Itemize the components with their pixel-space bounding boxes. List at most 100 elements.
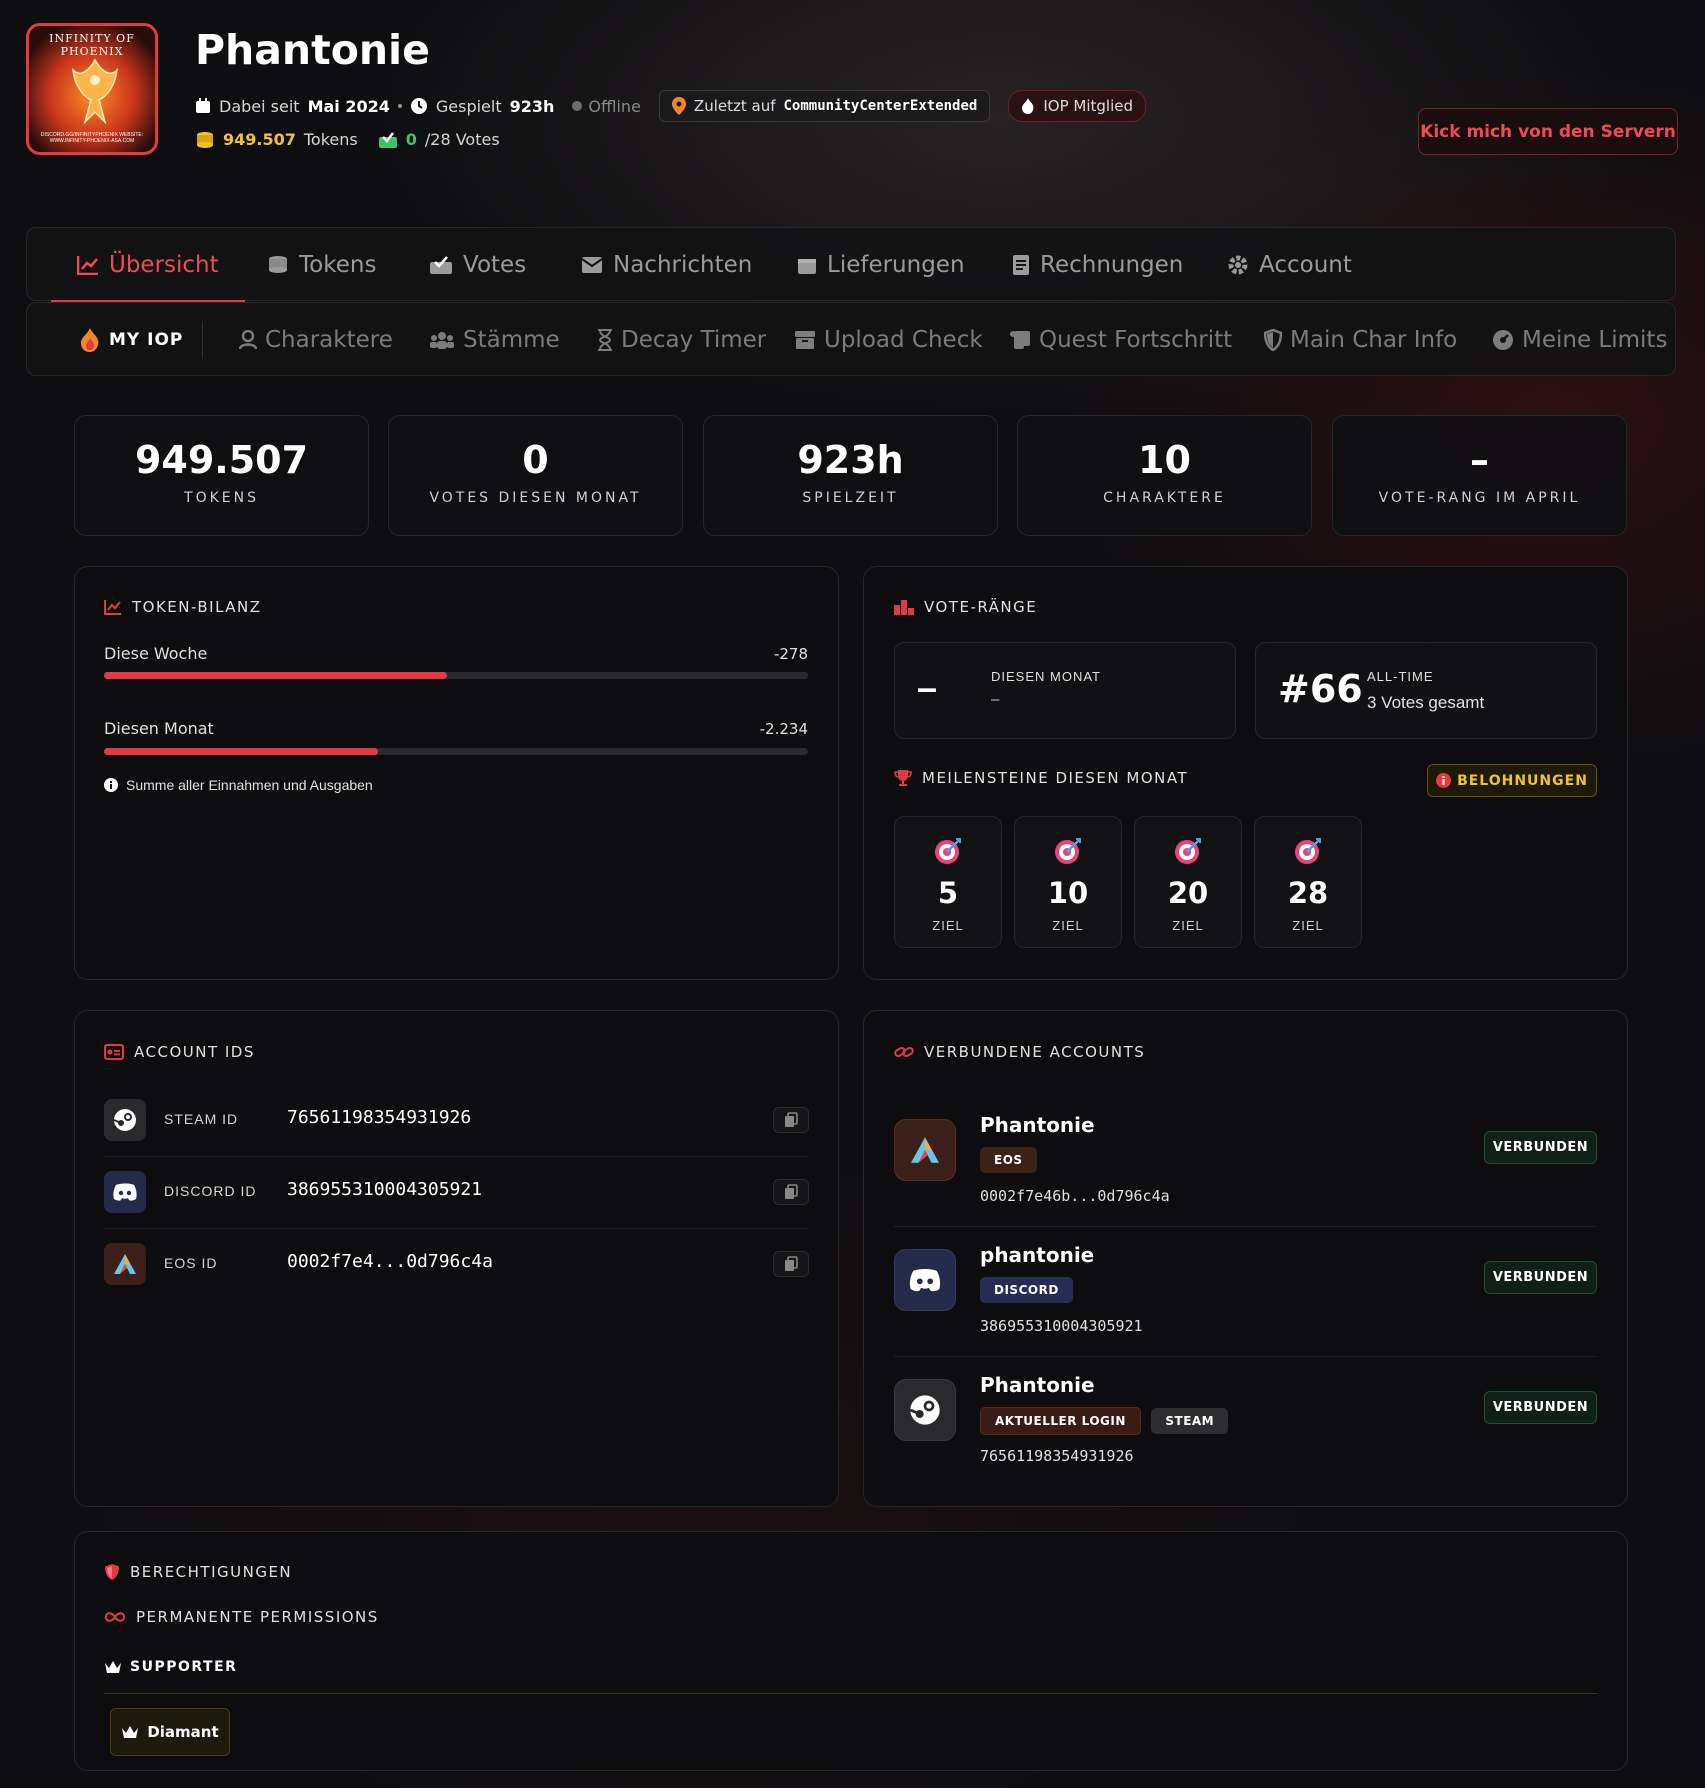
discord-icon (104, 1171, 146, 1213)
location-pin-icon (671, 97, 686, 115)
milestone-card: 28 ZIEL (1254, 816, 1362, 948)
trophy-icon (894, 770, 912, 786)
rewards-button-label: BELOHNUNGEN (1457, 772, 1588, 789)
rank-month-value: – (917, 667, 938, 708)
server-logo: INFINITY OF PHOENIX DISCORD.GG/INFINITYP… (26, 23, 158, 155)
stat-label: SPIELZEIT (802, 490, 899, 506)
info-icon (1436, 773, 1452, 788)
crown-icon (105, 1661, 121, 1673)
month-bar-track (104, 748, 808, 755)
stat-value: 10 (1138, 438, 1191, 482)
subtab-label: Quest Fortschritt (1039, 327, 1233, 353)
crown-icon (122, 1726, 139, 1738)
kick-from-servers-button[interactable]: Kick mich von den Servern (1418, 108, 1678, 155)
vote-box-icon (378, 131, 397, 148)
subtab-decay-timer[interactable]: Decay Timer (597, 303, 766, 377)
tag-discord: DISCORD (980, 1277, 1073, 1303)
account-id: 0002f7e46b...0d796c4a (980, 1187, 1170, 1205)
copy-icon (785, 1256, 798, 1271)
subtab-tribes[interactable]: Stämme (429, 303, 560, 377)
copy-button[interactable] (773, 1251, 809, 1277)
subtab-label: MY IOP (109, 330, 184, 350)
subtab-main-char-info[interactable]: Main Char Info (1264, 303, 1457, 377)
id-label: DISCORD ID (164, 1183, 257, 1199)
separator-dot (397, 104, 402, 108)
hourglass-icon (598, 329, 612, 351)
tab-overview[interactable]: Übersicht (51, 228, 245, 303)
user-icon (239, 330, 257, 350)
flame-icon (1022, 98, 1034, 114)
tab-messages[interactable]: Nachrichten (581, 228, 752, 302)
rewards-button[interactable]: BELOHNUNGEN (1427, 764, 1597, 797)
archive-icon (795, 331, 815, 349)
tab-deliveries[interactable]: Lieferungen (797, 228, 965, 302)
member-badge: IOP Mitglied (1008, 90, 1147, 122)
subtab-characters[interactable]: Charaktere (239, 303, 393, 377)
panel-title-text: VERBUNDENE ACCOUNTS (924, 1043, 1146, 1061)
connected-badge: VERBUNDEN (1484, 1261, 1597, 1294)
id-value: 76561198354931926 (287, 1107, 472, 1128)
subtab-quest-progress[interactable]: Quest Fortschritt (1009, 303, 1232, 377)
id-label: STEAM ID (164, 1111, 239, 1127)
stat-card-characters: 10 CHARAKTERE (1017, 415, 1312, 536)
tab-label: Tokens (299, 252, 377, 278)
account-name: Phantonie (980, 1373, 1095, 1397)
panel-title-text: TOKEN-BILANZ (132, 598, 262, 616)
profile-balance: 949.507 Tokens 0 /28 Votes (195, 130, 500, 149)
tag-eos: EOS (980, 1147, 1037, 1173)
target-icon (1295, 838, 1321, 864)
tab-label: Rechnungen (1040, 252, 1184, 278)
subtab-upload-check[interactable]: Upload Check (794, 303, 983, 377)
rank-alltime-box: #66 ALL-TIME 3 Votes gesamt (1255, 642, 1597, 739)
week-label: Diese Woche (104, 644, 208, 663)
subtab-my-iop[interactable]: MY IOP (79, 303, 183, 377)
last-on-value: CommunityCenterExtended (783, 98, 978, 114)
tab-votes[interactable]: Votes (429, 228, 526, 302)
tab-tokens[interactable]: Tokens (267, 228, 376, 302)
milestone-label: ZIEL (932, 918, 964, 933)
gauge-icon (1493, 330, 1513, 350)
profile-meta: Dabei seit Mai 2024 Gespielt 923h Offlin… (195, 90, 1147, 122)
vote-box-icon (430, 256, 452, 274)
status-dot (572, 101, 583, 111)
milestone-label: ZIEL (1172, 918, 1204, 933)
id-value: 386955310004305921 (287, 1179, 483, 1200)
copy-button[interactable] (773, 1107, 809, 1133)
last-server-pill: Zuletzt auf CommunityCenterExtended (658, 90, 991, 122)
stat-value: 0 (522, 438, 549, 482)
envelope-icon (581, 257, 603, 273)
subtab-label: Decay Timer (621, 327, 767, 353)
subtab-label: Upload Check (824, 327, 983, 353)
stat-label: VOTES DIESEN MONAT (429, 490, 642, 506)
id-value: 0002f7e4...0d796c4a (287, 1251, 493, 1272)
milestone-card: 5 ZIEL (894, 816, 1002, 948)
ark-icon (104, 1243, 146, 1285)
tokens-value: 949.507 (223, 130, 296, 149)
tab-account[interactable]: Account (1227, 228, 1352, 302)
milestone-card: 20 ZIEL (1134, 816, 1242, 948)
podium-icon (894, 600, 914, 615)
account-ids-title: ACCOUNT IDS (104, 1043, 255, 1061)
status-text: Offline (588, 96, 641, 116)
stat-value: 923h (797, 438, 904, 482)
phoenix-icon (71, 58, 119, 125)
month-value: -2.234 (759, 720, 808, 738)
subtab-my-limits[interactable]: Meine Limits (1492, 303, 1667, 377)
week-bar-fill (104, 672, 447, 679)
chart-line-icon (77, 256, 98, 275)
logo-text: INFINITY OF PHOENIX (49, 32, 135, 58)
discord-id-row: DISCORD ID 386955310004305921 (104, 1157, 809, 1229)
stat-card-vote-rank: – VOTE-RANG IM APRIL (1332, 415, 1627, 536)
played-label: Gespielt (435, 96, 502, 116)
panel-title-text: VOTE-RÄNGE (924, 598, 1038, 616)
stat-card-votes: 0 VOTES DIESEN MONAT (388, 415, 683, 536)
main-tabs: Übersicht Tokens Votes Nachrichten Liefe… (26, 227, 1676, 303)
rank-month-label: DIESEN MONAT (991, 669, 1101, 684)
status-indicator: Offline (572, 97, 641, 116)
last-on-label: Zuletzt auf (693, 97, 776, 115)
copy-button[interactable] (773, 1179, 809, 1205)
linked-account-eos: Phantonie EOS 0002f7e46b...0d796c4a VERB… (894, 1097, 1597, 1227)
tab-invoices[interactable]: Rechnungen (1012, 228, 1183, 302)
token-balance-panel (74, 566, 839, 980)
account-id: 76561198354931926 (980, 1447, 1134, 1465)
